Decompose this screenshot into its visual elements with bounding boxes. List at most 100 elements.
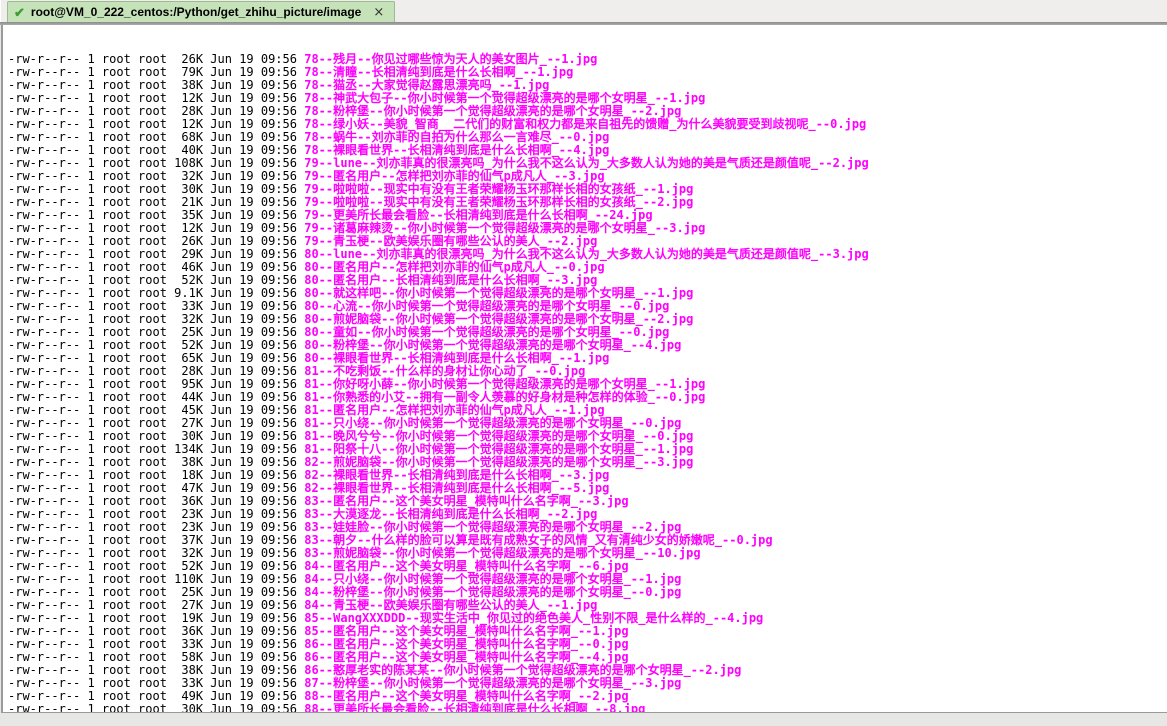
file-meta: -rw-r--r-- 1 root root 47K Jun 19 09:56 <box>8 481 304 495</box>
file-name: 82--裸眼看世界--长相清纯到底是什么长相啊_--5.jpg <box>304 481 609 495</box>
file-meta: -rw-r--r-- 1 root root 38K Jun 19 09:56 <box>8 78 304 92</box>
file-meta: -rw-r--r-- 1 root root 52K Jun 19 09:56 <box>8 338 304 352</box>
file-name: 80--就这样吧--你小时候第一个觉得超级漂亮的是哪个女明星_--1.jpg <box>304 286 693 300</box>
file-meta: -rw-r--r-- 1 root root 33K Jun 19 09:56 <box>8 637 304 651</box>
file-meta: -rw-r--r-- 1 root root 26K Jun 19 09:56 <box>8 234 304 248</box>
file-name: 78--神武大包子--你小时候第一个觉得超级漂亮的是哪个女明星_--1.jpg <box>304 91 705 105</box>
file-meta: -rw-r--r-- 1 root root 134K Jun 19 09:56 <box>8 442 304 456</box>
file-meta: -rw-r--r-- 1 root root 58K Jun 19 09:56 <box>8 650 304 664</box>
file-name: 84--匿名用户--这个美女明星_模特叫什么名字啊_--6.jpg <box>304 559 628 573</box>
file-name: 88--匿名用户--这个美女明星_模特叫什么名字啊_--2.jpg <box>304 689 628 703</box>
tab-bar: ✔ root@VM_0_222_centos:/Python/get_zhihu… <box>0 0 1167 22</box>
file-meta: -rw-r--r-- 1 root root 25K Jun 19 09:56 <box>8 585 304 599</box>
file-name: 82--裸眼看世界--长相清纯到底是什么长相啊_--3.jpg <box>304 468 609 482</box>
file-name: 86--匿名用户--这个美女明星_模特叫什么名字啊_--0.jpg <box>304 637 628 651</box>
file-meta: -rw-r--r-- 1 root root 35K Jun 19 09:56 <box>8 208 304 222</box>
file-name: 83--大漠逐龙--长相清纯到底是什么长相啊_--2.jpg <box>304 507 597 521</box>
file-name: 83--匿名用户--这个美女明星_模特叫什么名字啊_--3.jpg <box>304 494 628 508</box>
file-name: 79--啦啦啦--现实中有没有王者荣耀杨玉环那样长相的女孩纸_--2.jpg <box>304 195 693 209</box>
file-name: 80--lune--刘亦菲真的很漂亮吗_为什么我不这么认为_大多数人认为她的美是… <box>304 247 869 261</box>
file-name: 80--童如--你小时候第一个觉得超级漂亮的是哪个女明星_--0.jpg <box>304 325 669 339</box>
file-name: 82--煎妮脑袋--你小时候第一个觉得超级漂亮的是哪个女明星_--3.jpg <box>304 455 693 469</box>
file-meta: -rw-r--r-- 1 root root 18K Jun 19 09:56 <box>8 468 304 482</box>
file-name: 84--粉梓堡--你小时候第一个觉得超级漂亮的是哪个女明星_--0.jpg <box>304 585 681 599</box>
file-name: 85--WangXXXDDD--现实生活中_你见过的绝色美人_性别不限_是什么样… <box>304 611 763 625</box>
file-meta: -rw-r--r-- 1 root root 25K Jun 19 09:56 <box>8 325 304 339</box>
file-name: 85--匿名用户--这个美女明星_模特叫什么名字啊_--1.jpg <box>304 624 628 638</box>
file-meta: -rw-r--r-- 1 root root 52K Jun 19 09:56 <box>8 559 304 573</box>
file-name: 81--匿名用户--怎样把刘亦菲的仙气p成凡人_--1.jpg <box>304 403 604 417</box>
file-meta: -rw-r--r-- 1 root root 36K Jun 19 09:56 <box>8 624 304 638</box>
file-meta: -rw-r--r-- 1 root root 26K Jun 19 09:56 <box>8 52 304 66</box>
file-meta: -rw-r--r-- 1 root root 32K Jun 19 09:56 <box>8 546 304 560</box>
file-listing: -rw-r--r-- 1 root root 26K Jun 19 09:56 … <box>8 53 1167 713</box>
file-name: 84--青玉梗--欧美娱乐圈有哪些公认的美人_--1.jpg <box>304 598 597 612</box>
file-meta: -rw-r--r-- 1 root root 46K Jun 19 09:56 <box>8 260 304 274</box>
terminal-session-tab[interactable]: ✔ root@VM_0_222_centos:/Python/get_zhihu… <box>7 1 395 22</box>
file-name: 84--只小绕--你小时候第一个觉得超级漂亮的是哪个女明星_--1.jpg <box>304 572 681 586</box>
file-name: 81--不吃剩饭--什么样的身材让你心动了_--0.jpg <box>304 364 585 378</box>
file-name: 81--你好呀小薛--你小时候第一个觉得超级漂亮的是哪个女明星_--1.jpg <box>304 377 705 391</box>
file-meta: -rw-r--r-- 1 root root 21K Jun 19 09:56 <box>8 195 304 209</box>
file-meta: -rw-r--r-- 1 root root 110K Jun 19 09:56 <box>8 572 304 586</box>
file-meta: -rw-r--r-- 1 root root 37K Jun 19 09:56 <box>8 533 304 547</box>
file-name: 80--匿名用户--长相清纯到底是什么长相啊_--3.jpg <box>304 273 597 287</box>
file-name: 80--粉梓堡--你小时候第一个觉得超级漂亮的是哪个女明星_--4.jpg <box>304 338 681 352</box>
file-name: 78--残月--你见过哪些惊为天人的美女图片_--1.jpg <box>304 52 597 66</box>
file-name: 80--裸眼看世界--长相清纯到底是什么长相啊_--1.jpg <box>304 351 609 365</box>
file-meta: -rw-r--r-- 1 root root 49K Jun 19 09:56 <box>8 689 304 703</box>
file-meta: -rw-r--r-- 1 root root 38K Jun 19 09:56 <box>8 663 304 677</box>
file-name: 79--青玉梗--欧美娱乐圈有哪些公认的美人_--2.jpg <box>304 234 597 248</box>
file-meta: -rw-r--r-- 1 root root 33K Jun 19 09:56 <box>8 299 304 313</box>
file-meta: -rw-r--r-- 1 root root 28K Jun 19 09:56 <box>8 104 304 118</box>
file-name: 81--只小绕--你小时候第一个觉得超级漂亮的是哪个女明星_--0.jpg <box>304 416 681 430</box>
file-name: 86--憨厚老实的陈某某--你小时候第一个觉得超级漂亮的是哪个女明星_--2.j… <box>304 663 741 677</box>
file-name: 86--匿名用户--这个美女明星_模特叫什么名字啊_--4.jpg <box>304 650 628 664</box>
file-name: 78--清瞳--长相清纯到底是什么长相啊_--1.jpg <box>304 65 573 79</box>
file-name: 78--猫丞--大家觉得赵露思漂亮吗_--1.jpg <box>304 78 549 92</box>
file-name: 80--煎妮脑袋--你小时候第一个觉得超级漂亮的是哪个女明星_--2.jpg <box>304 312 693 326</box>
file-name: 87--粉梓堡--你小时候第一个觉得超级漂亮的是哪个女明星_--3.jpg <box>304 676 681 690</box>
file-name: 78--裸眼看世界--长相清纯到底是什么长相啊_--4.jpg <box>304 143 609 157</box>
file-name: 80--心流--你小时候第一个觉得超级漂亮的是哪个女明星_--0.jpg <box>304 299 669 313</box>
file-meta: -rw-r--r-- 1 root root 65K Jun 19 09:56 <box>8 351 304 365</box>
file-meta: -rw-r--r-- 1 root root 36K Jun 19 09:56 <box>8 494 304 508</box>
file-meta: -rw-r--r-- 1 root root 12K Jun 19 09:56 <box>8 91 304 105</box>
file-meta: -rw-r--r-- 1 root root 27K Jun 19 09:56 <box>8 416 304 430</box>
file-meta: -rw-r--r-- 1 root root 52K Jun 19 09:56 <box>8 273 304 287</box>
file-meta: -rw-r--r-- 1 root root 27K Jun 19 09:56 <box>8 598 304 612</box>
file-meta: -rw-r--r-- 1 root root 108K Jun 19 09:56 <box>8 156 304 170</box>
file-meta: -rw-r--r-- 1 root root 32K Jun 19 09:56 <box>8 169 304 183</box>
file-meta: -rw-r--r-- 1 root root 30K Jun 19 09:56 <box>8 429 304 443</box>
file-name: 81--阳祭十八--你小时候第一个觉得超级漂亮的是哪个女明星_--1.jpg <box>304 442 693 456</box>
file-name: 80--匿名用户--怎样把刘亦菲的仙气p成凡人_--0.jpg <box>304 260 604 274</box>
file-meta: -rw-r--r-- 1 root root 68K Jun 19 09:56 <box>8 130 304 144</box>
file-name: 83--娃娃脸--你小时候第一个觉得超级漂亮的是哪个女明星_--2.jpg <box>304 520 681 534</box>
terminal-window[interactable]: -rw-r--r-- 1 root root 26K Jun 19 09:56 … <box>1 25 1167 713</box>
file-name: 78--绿小妖--美貌_智商__二代们的财富和权力都是来自祖先的馈赠_为什么美貌… <box>304 117 866 131</box>
file-meta: -rw-r--r-- 1 root root 44K Jun 19 09:56 <box>8 390 304 404</box>
file-name: 88--更美所长最会看脸--长相清纯到底是什么长相啊_--8.jpg <box>304 702 645 713</box>
file-name: 81--晚风兮兮--你小时候第一个觉得超级漂亮的是哪个女明星_--0.jpg <box>304 429 693 443</box>
connected-check-icon: ✔ <box>14 6 25 19</box>
file-meta: -rw-r--r-- 1 root root 12K Jun 19 09:56 <box>8 117 304 131</box>
file-name: 83--煎妮脑袋--你小时候第一个觉得超级漂亮的是哪个女明星_--10.jpg <box>304 546 700 560</box>
tab-close-icon[interactable]: × <box>373 6 384 19</box>
file-name: 79--诸葛麻辣烫--你小时候第一个觉得超级漂亮的是哪个女明星_--3.jpg <box>304 221 705 235</box>
file-name: 79--啦啦啦--现实中有没有王者荣耀杨玉环那样长相的女孩纸_--1.jpg <box>304 182 693 196</box>
file-meta: -rw-r--r-- 1 root root 32K Jun 19 09:56 <box>8 312 304 326</box>
file-meta: -rw-r--r-- 1 root root 38K Jun 19 09:56 <box>8 455 304 469</box>
file-name: 79--lune--刘亦菲真的很漂亮吗_为什么我不这么认为_大多数人认为她的美是… <box>304 156 869 170</box>
file-meta: -rw-r--r-- 1 root root 45K Jun 19 09:56 <box>8 403 304 417</box>
file-name: 78--蜗牛--刘亦菲的自拍为什么那么一言难尽_--0.jpg <box>304 130 609 144</box>
file-meta: -rw-r--r-- 1 root root 30K Jun 19 09:56 <box>8 182 304 196</box>
terminal-output: -rw-r--r-- 1 root root 26K Jun 19 09:56 … <box>3 25 1167 713</box>
file-meta: -rw-r--r-- 1 root root 28K Jun 19 09:56 <box>8 364 304 378</box>
file-meta: -rw-r--r-- 1 root root 95K Jun 19 09:56 <box>8 377 304 391</box>
file-meta: -rw-r--r-- 1 root root 23K Jun 19 09:56 <box>8 520 304 534</box>
file-listing-row: -rw-r--r-- 1 root root 30K Jun 19 09:56 … <box>8 703 1167 713</box>
file-meta: -rw-r--r-- 1 root root 12K Jun 19 09:56 <box>8 221 304 235</box>
tab-title: root@VM_0_222_centos:/Python/get_zhihu_p… <box>31 5 361 19</box>
file-meta: -rw-r--r-- 1 root root 29K Jun 19 09:56 <box>8 247 304 261</box>
file-meta: -rw-r--r-- 1 root root 9.1K Jun 19 09:56 <box>8 286 304 300</box>
